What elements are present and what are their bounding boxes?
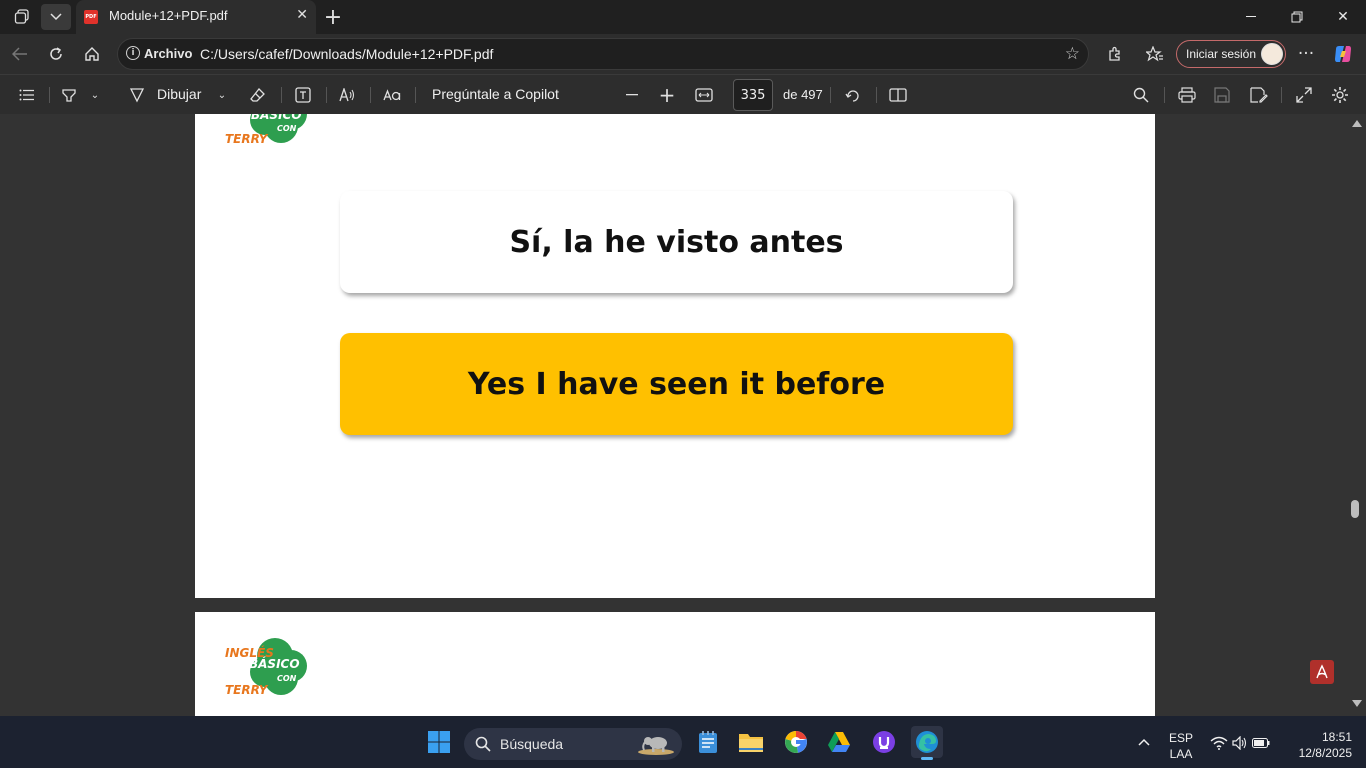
read-aloud-icon[interactable] <box>337 83 359 107</box>
address-scheme-label: Archivo <box>144 46 193 61</box>
elephant-icon <box>638 737 674 755</box>
chrome-google-icon[interactable] <box>780 726 812 758</box>
file-explorer-icon[interactable] <box>735 726 767 758</box>
ask-copilot-button[interactable]: Pregúntale a Copilot <box>432 86 559 102</box>
clock-time: 18:51 <box>1321 730 1352 744</box>
eraser-icon[interactable] <box>247 83 269 107</box>
workspaces-icon[interactable] <box>7 4 37 30</box>
scrollbar[interactable] <box>1347 114 1366 716</box>
logo-con-text: CON <box>277 674 297 683</box>
save-as-icon[interactable] <box>1248 83 1270 107</box>
fullscreen-icon[interactable] <box>1293 83 1315 107</box>
input-language-indicator[interactable]: ESP LAA <box>1166 730 1196 762</box>
more-options-icon[interactable]: ··· <box>1292 40 1320 68</box>
draw-chevron-icon[interactable]: ⌄ <box>215 83 229 107</box>
url-text[interactable]: C:/Users/cafef/Downloads/Module+12+PDF.p… <box>200 46 493 62</box>
logo-con-text: CON <box>277 124 297 133</box>
battery-icon <box>1252 738 1270 748</box>
address-bar[interactable]: i Archivo C:/Users/cafef/Downloads/Modul… <box>117 38 1089 70</box>
info-icon[interactable]: i <box>126 46 140 60</box>
back-arrow-icon[interactable] <box>6 40 34 68</box>
search-placeholder: Búsqueda <box>500 736 564 752</box>
scroll-down-icon[interactable] <box>1352 700 1362 707</box>
pdf-viewer[interactable]: BÁSICO CON TERRY Sí, la he visto antes Y… <box>0 114 1366 716</box>
zoom-in-icon[interactable]: + <box>657 83 677 107</box>
logo-ingles-basico-con-terry: INGLÉS BÁSICO CON TERRY <box>225 636 315 704</box>
close-window-button[interactable]: ✕ <box>1320 0 1366 34</box>
logo-terry-text: TERRY <box>225 683 268 697</box>
logo-basico-text: BÁSICO <box>251 114 302 122</box>
signin-label: Iniciar sesión <box>1186 47 1257 61</box>
system-tray-status[interactable] <box>1208 736 1270 752</box>
minimize-button[interactable] <box>1228 0 1274 34</box>
scroll-up-icon[interactable] <box>1352 120 1362 127</box>
card-spanish: Sí, la he visto antes <box>340 191 1013 293</box>
tab-module-pdf[interactable]: PDF Module+12+PDF.pdf ✕ <box>76 0 316 34</box>
new-tab-icon[interactable]: + <box>318 4 348 30</box>
windows-start-icon[interactable] <box>423 726 455 758</box>
tab-actions-chevron-icon[interactable] <box>41 4 71 30</box>
search-icon <box>475 736 491 752</box>
favorites-icon[interactable] <box>1141 40 1169 68</box>
highlight-chevron-icon[interactable]: ⌄ <box>88 83 102 107</box>
zoom-out-icon[interactable] <box>622 83 642 107</box>
signin-button[interactable]: Iniciar sesión <box>1176 40 1286 68</box>
save-icon[interactable] <box>1211 83 1233 107</box>
google-drive-icon[interactable] <box>823 726 855 758</box>
contents-list-icon[interactable] <box>16 83 38 107</box>
copilot-icon[interactable] <box>1329 40 1357 68</box>
close-tab-icon[interactable]: ✕ <box>296 7 308 23</box>
print-icon[interactable] <box>1176 83 1198 107</box>
highlight-icon[interactable] <box>58 83 80 107</box>
add-text-icon[interactable] <box>292 83 314 107</box>
draw-label[interactable]: Dibujar <box>157 86 201 102</box>
app-u-icon[interactable] <box>868 726 900 758</box>
restore-button[interactable] <box>1274 0 1320 34</box>
logo-basico-text: BÁSICO <box>249 657 300 671</box>
settings-gear-icon[interactable] <box>1329 83 1351 107</box>
active-indicator <box>921 757 933 760</box>
logo-terry-text: TERRY <box>225 132 268 146</box>
title-bar: PDF Module+12+PDF.pdf ✕ + ✕ <box>0 0 1366 34</box>
scrollbar-thumb[interactable] <box>1351 500 1359 518</box>
page-view-icon[interactable] <box>887 83 909 107</box>
pdf-toolbar: ⌄ Dibujar ⌄ Pregúntale a Copilot + 335 d… <box>0 74 1366 114</box>
logo-ingles-basico-con-terry: BÁSICO CON TERRY <box>225 114 315 152</box>
notepad-icon[interactable] <box>692 726 724 758</box>
show-hidden-icons-chevron-icon[interactable] <box>1128 726 1160 758</box>
lang-line2: LAA <box>1169 747 1193 761</box>
translate-icon[interactable] <box>381 83 405 107</box>
draw-icon[interactable] <box>126 83 148 107</box>
lang-line1: ESP <box>1168 731 1193 745</box>
tab-title: Module+12+PDF.pdf <box>109 8 228 23</box>
page-number-input[interactable]: 335 <box>733 79 773 111</box>
extensions-icon[interactable] <box>1101 40 1129 68</box>
acrobat-icon[interactable] <box>1310 660 1334 684</box>
avatar <box>1261 43 1283 65</box>
page-total: de 497 <box>783 87 823 102</box>
pdf-page-next: INGLÉS BÁSICO CON TERRY <box>195 612 1155 716</box>
fit-width-icon[interactable] <box>693 83 715 107</box>
rotate-icon[interactable] <box>842 83 864 107</box>
favorite-star-icon[interactable]: ☆ <box>1065 44 1080 64</box>
pdf-page: BÁSICO CON TERRY Sí, la he visto antes Y… <box>195 114 1155 598</box>
taskbar: Búsqueda ESP LAA 18:51 12/8/2025 <box>0 716 1366 768</box>
edge-browser-icon[interactable] <box>911 726 943 760</box>
taskbar-search-box[interactable]: Búsqueda <box>464 728 682 760</box>
wifi-icon <box>1210 736 1228 750</box>
pdf-file-icon: PDF <box>84 10 98 24</box>
volume-icon <box>1232 736 1247 750</box>
clock[interactable]: 18:51 12/8/2025 <box>1286 729 1352 761</box>
clock-date: 12/8/2025 <box>1298 746 1352 760</box>
search-icon[interactable] <box>1130 83 1152 107</box>
refresh-icon[interactable] <box>42 40 70 68</box>
card-english: Yes I have seen it before <box>340 333 1013 435</box>
home-icon[interactable] <box>78 40 106 68</box>
navigation-bar: i Archivo C:/Users/cafef/Downloads/Modul… <box>0 34 1366 74</box>
